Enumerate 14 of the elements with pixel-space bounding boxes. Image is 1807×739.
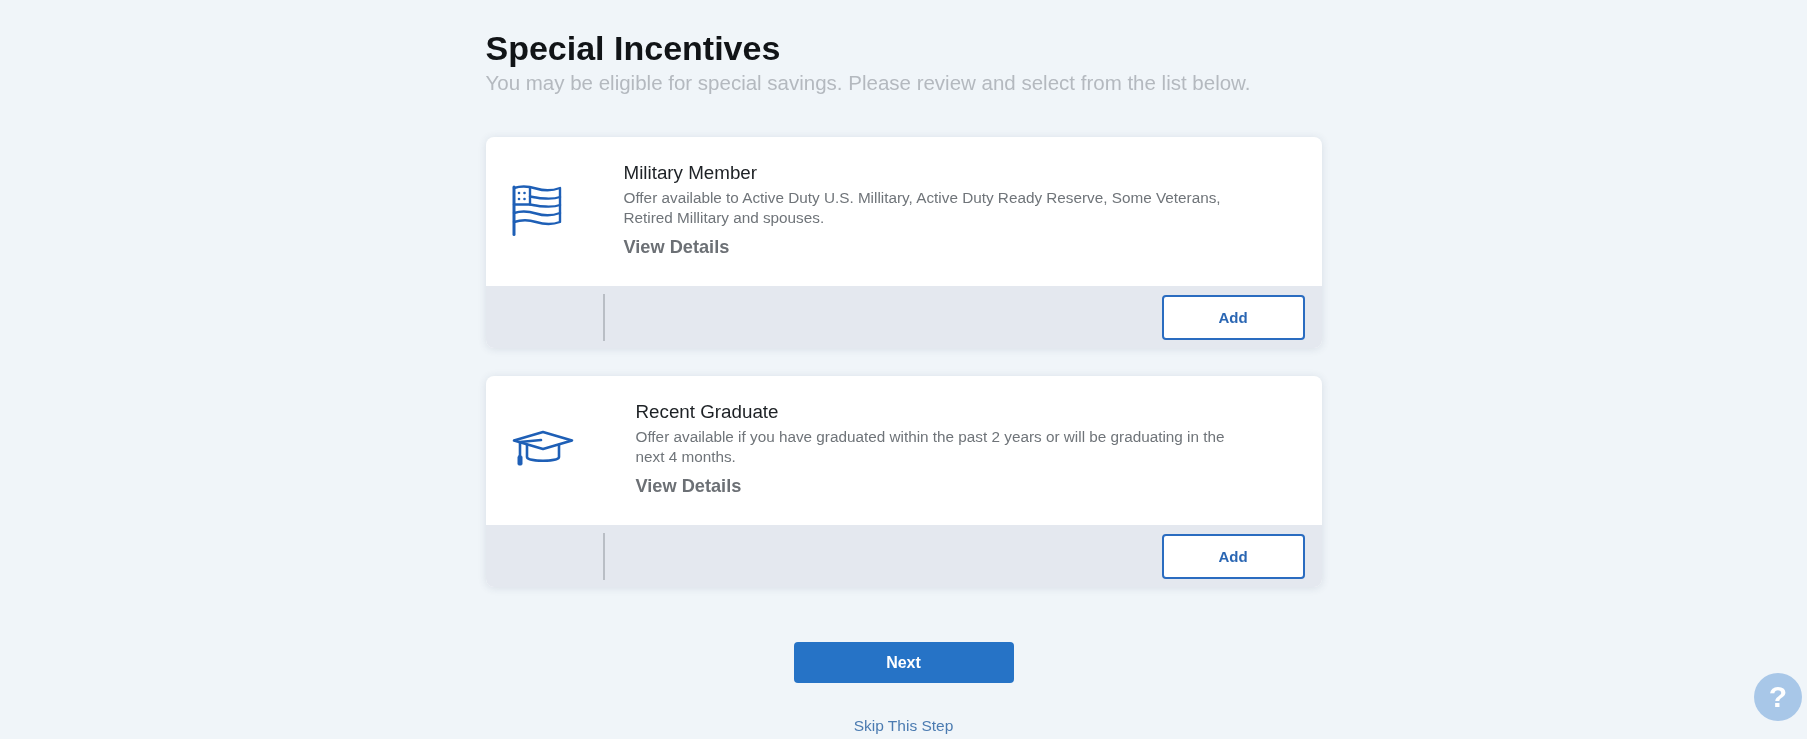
incentive-description: Offer available if you have graduated within the past 2 years or will be graduating in the next 4 months.	[635, 427, 1226, 467]
incentive-title: Recent Graduate	[635, 400, 780, 424]
graduation-cap-icon	[511, 430, 574, 468]
incentive-description: Offer available to Active Duty U.S. Millitary, Active Duty Ready Reserve, Some Veterans, Retired Millitary and spouses.	[623, 188, 1222, 228]
flag-icon	[511, 184, 562, 236]
view-details-link[interactable]: View Details	[635, 474, 742, 498]
add-button[interactable]: Add	[1161, 294, 1305, 340]
incentive-title: Military Member	[623, 161, 759, 185]
next-button[interactable]: Next	[793, 642, 1014, 683]
add-button[interactable]: Add	[1161, 533, 1305, 579]
skip-link[interactable]: Skip This Step	[853, 716, 954, 736]
page-title: Special Incentives	[485, 28, 782, 68]
view-details-link[interactable]: View Details	[623, 235, 730, 259]
page-subtitle: You may be eligible for special savings. Please review and select from the list below.	[485, 70, 1252, 95]
